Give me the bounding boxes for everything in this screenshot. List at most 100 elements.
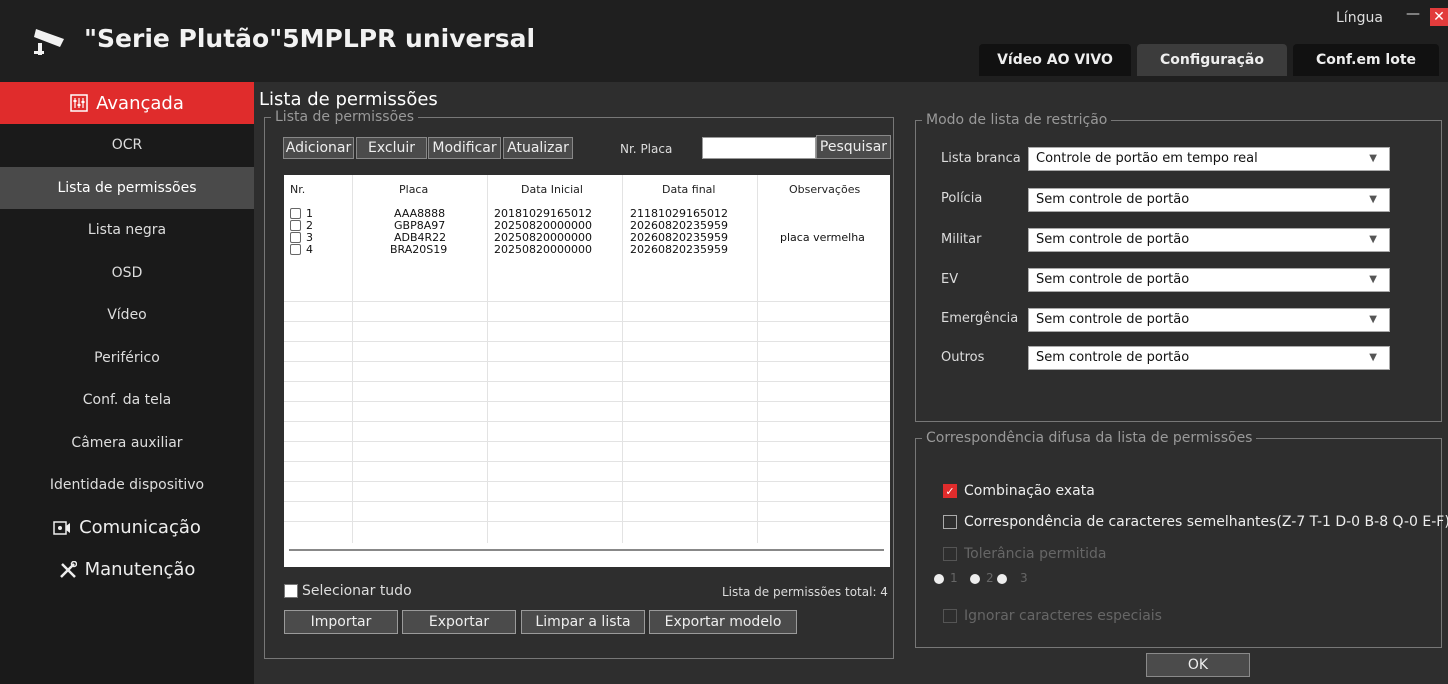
whitelist-label: Lista branca bbox=[941, 151, 1021, 166]
delete-button[interactable]: Excluir bbox=[356, 137, 427, 159]
row-notes: placa vermelha bbox=[780, 231, 865, 244]
emergency-label: Emergência bbox=[941, 311, 1019, 326]
language-menu[interactable]: Língua bbox=[1336, 10, 1383, 26]
column-header-nr[interactable]: Nr. bbox=[290, 183, 305, 196]
similar-chars-checkbox[interactable] bbox=[943, 515, 957, 529]
sidebar-section-communication[interactable]: Comunicação bbox=[0, 507, 254, 549]
tolerance-radio-2[interactable] bbox=[970, 574, 980, 584]
table-row[interactable]: 4 BRA20S19 20250820000000 20260820235959 bbox=[284, 244, 890, 256]
sidebar-item-allowlist[interactable]: Lista de permissões bbox=[0, 166, 254, 209]
clear-list-button[interactable]: Limpar a lista bbox=[521, 610, 645, 634]
row-end-date: 20260820235959 bbox=[630, 243, 728, 256]
column-header-start-date[interactable]: Data Inicial bbox=[521, 183, 583, 196]
dropdown-caret-icon: ▼ bbox=[1369, 194, 1377, 205]
close-button[interactable]: ✕ bbox=[1430, 8, 1448, 26]
row-checkbox[interactable] bbox=[290, 244, 301, 255]
tab-live-video[interactable]: Vídeo AO VIVO bbox=[979, 44, 1131, 76]
communication-icon bbox=[53, 520, 71, 535]
sidebar-header-label: Avançada bbox=[96, 92, 184, 114]
ev-select[interactable]: Sem controle de portão ▼ bbox=[1028, 268, 1390, 292]
row-nr: 4 bbox=[306, 243, 313, 256]
select-value: Sem controle de portão bbox=[1036, 272, 1190, 287]
sidebar-item-peripheral[interactable]: Periférico bbox=[0, 337, 254, 380]
dropdown-caret-icon: ▼ bbox=[1369, 314, 1377, 325]
ok-button[interactable]: OK bbox=[1146, 653, 1250, 677]
select-all-label[interactable]: Selecionar tudo bbox=[302, 583, 412, 599]
fuzzy-match-legend: Correspondência difusa da lista de permi… bbox=[926, 430, 1253, 446]
tolerance-radio-1[interactable] bbox=[934, 574, 944, 584]
horizontal-scrollbar[interactable] bbox=[289, 549, 884, 551]
sliders-icon bbox=[70, 94, 88, 112]
row-checkbox[interactable] bbox=[290, 208, 301, 219]
select-value: Sem controle de portão bbox=[1036, 232, 1190, 247]
dropdown-caret-icon: ▼ bbox=[1369, 234, 1377, 245]
tolerance-option-label: 1 bbox=[950, 571, 958, 585]
row-checkbox[interactable] bbox=[290, 220, 301, 231]
title-bar: "Serie Plutão"5MPLPR universal Língua — … bbox=[0, 0, 1448, 82]
tab-configuration[interactable]: Configuração bbox=[1137, 44, 1287, 76]
app-title: "Serie Plutão"5MPLPR universal bbox=[84, 24, 536, 53]
column-header-end-date[interactable]: Data final bbox=[662, 183, 715, 196]
similar-chars-label[interactable]: Correspondência de caracteres semelhante… bbox=[964, 514, 1448, 530]
column-header-notes[interactable]: Observações bbox=[789, 183, 860, 196]
main-tabs: Vídeo AO VIVO Configuração Conf.em lote bbox=[979, 44, 1439, 76]
sidebar-header-advanced[interactable]: Avançada bbox=[0, 82, 254, 124]
sidebar-section-label: Manutenção bbox=[84, 559, 196, 580]
exact-match-checkbox[interactable]: ✓ bbox=[943, 484, 957, 498]
sidebar-item-blocklist[interactable]: Lista negra bbox=[0, 209, 254, 252]
sidebar-item-device-identity[interactable]: Identidade dispositivo bbox=[0, 464, 254, 507]
tolerance-option-label: 2 bbox=[986, 571, 994, 585]
tolerance-label: Tolerância permitida bbox=[964, 546, 1107, 562]
tolerance-option-label: 3 bbox=[1020, 571, 1028, 585]
tolerance-checkbox[interactable] bbox=[943, 547, 957, 561]
military-select[interactable]: Sem controle de portão ▼ bbox=[1028, 228, 1390, 252]
plate-search-input[interactable] bbox=[702, 137, 816, 159]
others-label: Outros bbox=[941, 350, 985, 365]
whitelist-select[interactable]: Controle de portão em tempo real ▼ bbox=[1028, 147, 1390, 171]
ignore-special-label: Ignorar caracteres especiais bbox=[964, 608, 1162, 624]
camera-logo-icon bbox=[34, 29, 64, 55]
select-value: Controle de portão em tempo real bbox=[1036, 151, 1258, 166]
others-select[interactable]: Sem controle de portão ▼ bbox=[1028, 346, 1390, 370]
tools-icon bbox=[59, 560, 77, 578]
add-button[interactable]: Adicionar bbox=[283, 137, 354, 159]
sidebar-item-video[interactable]: Vídeo bbox=[0, 294, 254, 337]
select-value: Sem controle de portão bbox=[1036, 312, 1190, 327]
row-plate: BRA20S19 bbox=[390, 243, 448, 256]
police-label: Polícia bbox=[941, 191, 983, 206]
ignore-special-checkbox[interactable] bbox=[943, 609, 957, 623]
sidebar-item-osd[interactable]: OSD bbox=[0, 252, 254, 295]
export-template-button[interactable]: Exportar modelo bbox=[649, 610, 797, 634]
plate-number-label: Nr. Placa bbox=[620, 142, 673, 156]
exact-match-label[interactable]: Combinação exata bbox=[964, 483, 1095, 499]
refresh-button[interactable]: Atualizar bbox=[503, 137, 573, 159]
sidebar-item-ocr[interactable]: OCR bbox=[0, 124, 254, 167]
column-header-plate[interactable]: Placa bbox=[399, 183, 428, 196]
sidebar-item-screen-config[interactable]: Conf. da tela bbox=[0, 379, 254, 422]
page-title: Lista de permissões bbox=[259, 89, 438, 110]
minimize-button[interactable]: — bbox=[1406, 6, 1420, 22]
tab-batch-config[interactable]: Conf.em lote bbox=[1293, 44, 1439, 76]
allowlist-total: Lista de permissões total: 4 bbox=[722, 585, 888, 599]
row-start-date: 20250820000000 bbox=[494, 243, 592, 256]
sidebar-section-label: Comunicação bbox=[79, 517, 201, 538]
dropdown-caret-icon: ▼ bbox=[1369, 153, 1377, 164]
ev-label: EV bbox=[941, 272, 959, 287]
military-label: Militar bbox=[941, 232, 982, 247]
select-value: Sem controle de portão bbox=[1036, 192, 1190, 207]
export-button[interactable]: Exportar bbox=[402, 610, 516, 634]
main-panel: Lista de permissões Lista de permissões … bbox=[254, 82, 1448, 684]
modify-button[interactable]: Modificar bbox=[428, 137, 501, 159]
police-select[interactable]: Sem controle de portão ▼ bbox=[1028, 188, 1390, 212]
row-checkbox[interactable] bbox=[290, 232, 301, 243]
sidebar-item-aux-camera[interactable]: Câmera auxiliar bbox=[0, 422, 254, 465]
dropdown-caret-icon: ▼ bbox=[1369, 274, 1377, 285]
import-button[interactable]: Importar bbox=[284, 610, 398, 634]
emergency-select[interactable]: Sem controle de portão ▼ bbox=[1028, 308, 1390, 332]
select-all-checkbox[interactable] bbox=[284, 584, 298, 598]
tolerance-radio-3[interactable] bbox=[997, 574, 1007, 584]
search-button[interactable]: Pesquisar bbox=[816, 135, 891, 159]
select-value: Sem controle de portão bbox=[1036, 350, 1190, 365]
allowlist-group-legend: Lista de permissões bbox=[275, 109, 415, 125]
sidebar-section-maintenance[interactable]: Manutenção bbox=[0, 549, 254, 591]
